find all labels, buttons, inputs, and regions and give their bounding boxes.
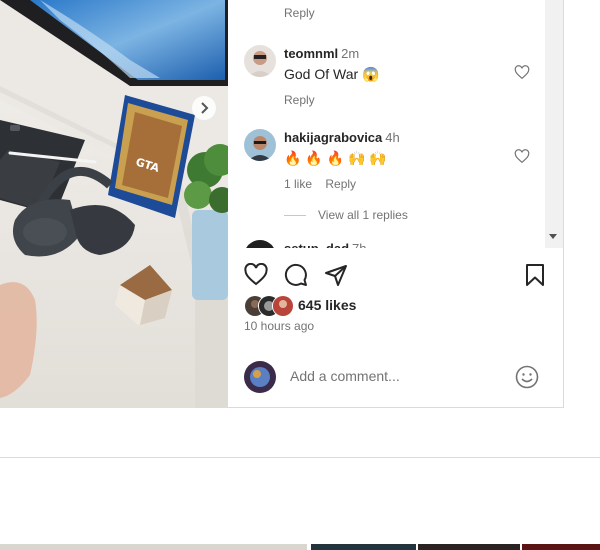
section-divider xyxy=(0,457,600,458)
comments-scrollbar[interactable] xyxy=(545,0,563,248)
avatar xyxy=(244,361,276,393)
comment-username[interactable]: teomnml xyxy=(284,46,338,61)
comment-icon[interactable] xyxy=(284,263,308,287)
avatar xyxy=(272,295,294,317)
chevron-right-icon xyxy=(201,102,209,114)
comment-text: God Of War 😱 xyxy=(284,66,380,82)
bookmark-icon[interactable] xyxy=(523,263,547,287)
related-post-thumbnail[interactable] xyxy=(418,544,520,550)
related-post-thumbnail[interactable] xyxy=(311,544,416,550)
comment-username[interactable]: setup_dad xyxy=(284,241,349,248)
comment-input[interactable] xyxy=(288,367,512,385)
heart-icon[interactable] xyxy=(244,263,268,287)
reply-button[interactable]: Reply xyxy=(284,6,315,20)
related-post-thumbnail[interactable] xyxy=(0,544,307,550)
reply-button[interactable]: Reply xyxy=(325,177,356,191)
view-replies-label: View all 1 replies xyxy=(318,208,408,222)
view-replies-button[interactable]: View all 1 replies xyxy=(284,208,408,222)
avatar[interactable] xyxy=(244,45,276,77)
comments-list[interactable]: Reply teomnml 2m God Of War 😱 Reply haki… xyxy=(228,0,545,248)
avatar[interactable] xyxy=(244,240,276,248)
avatar[interactable] xyxy=(244,129,276,161)
related-post-thumbnail[interactable] xyxy=(522,544,600,550)
post-time-ago[interactable]: 10 hours ago xyxy=(244,319,314,333)
post-actions xyxy=(244,263,546,289)
comment-time[interactable]: 7h xyxy=(352,241,366,248)
comment-username[interactable]: hakijagrabovica xyxy=(284,130,382,145)
likes-count[interactable]: 645 likes xyxy=(298,297,356,313)
scroll-down-arrow-icon[interactable] xyxy=(549,234,557,239)
divider xyxy=(284,215,306,217)
comment-time[interactable]: 4h xyxy=(385,130,399,145)
post-image: GTA xyxy=(0,0,228,408)
comment-text: 🔥 🔥 🔥 🙌 🙌 xyxy=(284,150,387,166)
heart-icon[interactable] xyxy=(514,65,530,81)
add-comment-bar xyxy=(228,357,564,401)
comment-time[interactable]: 2m xyxy=(341,46,359,61)
reply-button[interactable]: Reply xyxy=(284,93,315,107)
next-image-button[interactable] xyxy=(192,96,216,120)
heart-icon[interactable] xyxy=(514,149,530,165)
emoji-icon[interactable] xyxy=(515,365,539,389)
share-icon[interactable] xyxy=(324,263,348,287)
likes-count-link[interactable]: 1 like xyxy=(284,177,312,191)
